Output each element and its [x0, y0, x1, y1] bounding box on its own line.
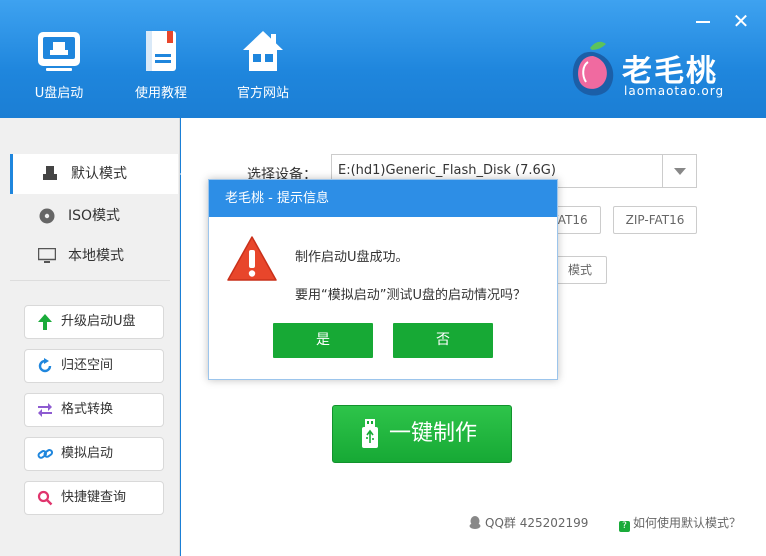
nav-official-site[interactable]: 官方网站	[218, 28, 308, 108]
format-convert-label: 格式转换	[61, 402, 114, 417]
hotkey-query-button[interactable]: 快捷键查询	[24, 481, 164, 515]
monitor-icon	[38, 248, 56, 263]
yes-button[interactable]: 是	[273, 323, 373, 358]
qq-group-text: QQ群 425202199	[485, 516, 589, 530]
usb-drive-icon	[38, 32, 80, 71]
prompt-dialog: 老毛桃 - 提示信息 制作启动U盘成功。 要用“模拟启动”测试U盘的启动情况吗？…	[208, 179, 558, 380]
format-zip-fat16-label: ZIP-FAT16	[625, 213, 685, 227]
mode-iso[interactable]: ISO模式	[10, 196, 178, 236]
warning-icon	[227, 236, 277, 281]
refresh-icon	[38, 358, 52, 373]
nav-tutorial[interactable]: 使用教程	[116, 28, 206, 108]
peach-logo-icon	[572, 41, 614, 96]
dialog-message-success: 制作启动U盘成功。	[295, 250, 409, 265]
qq-group-link[interactable]: QQ群 425202199	[469, 514, 588, 531]
nav-usb-boot[interactable]: U盘启动	[14, 28, 104, 108]
nav-official-site-label: 官方网站	[236, 86, 289, 101]
chevron-down-icon[interactable]	[662, 155, 696, 187]
device-select-value: E:(hd1)Generic_Flash_Disk (7.6G)	[338, 163, 556, 178]
mode-default-label: 默认模式	[71, 166, 127, 182]
usb-stick-icon	[362, 419, 378, 448]
mode-iso-label: ISO模式	[68, 208, 121, 224]
boot-mode-label: 模式	[567, 263, 592, 277]
no-button[interactable]: 否	[393, 323, 493, 358]
mode-default[interactable]: 默认模式	[10, 154, 186, 194]
title-bar: U盘启动 使用教程 官方网站 老毛桃 laomaotao.org ✕	[0, 0, 766, 118]
minimize-button[interactable]	[692, 10, 714, 32]
usb-mode-icon	[43, 166, 57, 180]
simulate-boot-label: 模拟启动	[61, 446, 114, 461]
mode-local-label: 本地模式	[68, 248, 124, 264]
restore-space-button[interactable]: 归还空间	[24, 349, 164, 383]
format-zip-fat16-button[interactable]: ZIP-FAT16	[613, 206, 697, 234]
sidebar-divider	[10, 280, 170, 281]
qq-penguin-icon	[469, 516, 481, 529]
swap-icon	[38, 403, 52, 417]
one-click-make-button[interactable]: 一键制作	[332, 405, 512, 463]
nav-tutorial-label: 使用教程	[134, 86, 187, 101]
help-default-mode-link[interactable]: ? 如何使用默认模式？	[619, 514, 741, 532]
nav-usb-boot-label: U盘启动	[34, 86, 84, 101]
search-icon	[37, 490, 53, 506]
close-button[interactable]: ✕	[730, 10, 752, 32]
upgrade-usb-button[interactable]: 升级启动U盘	[24, 305, 164, 339]
format-convert-button[interactable]: 格式转换	[24, 393, 164, 427]
book-icon	[146, 31, 176, 71]
disc-icon	[39, 208, 55, 224]
arrow-up-icon	[38, 314, 52, 330]
sidebar: 默认模式 ISO模式 本地模式 升级启动U盘 归还空间 格式转换 模拟启动 快捷…	[0, 118, 186, 556]
one-click-make-label: 一键制作	[389, 421, 478, 446]
link-icon	[37, 449, 53, 459]
mode-local[interactable]: 本地模式	[10, 236, 178, 276]
help-default-mode-text: 如何使用默认模式？	[633, 516, 742, 530]
dialog-title: 老毛桃 - 提示信息	[209, 180, 557, 217]
restore-space-label: 归还空间	[61, 358, 114, 373]
simulate-boot-button[interactable]: 模拟启动	[24, 437, 164, 471]
house-icon	[243, 31, 283, 71]
app-logo: 老毛桃 laomaotao.org	[568, 36, 738, 106]
logo-url: laomaotao.org	[624, 84, 725, 98]
dialog-message-question: 要用“模拟启动”测试U盘的启动情况吗？	[295, 288, 526, 303]
hotkey-query-label: 快捷键查询	[61, 490, 127, 505]
upgrade-usb-label: 升级启动U盘	[61, 314, 136, 329]
help-icon: ?	[619, 521, 630, 532]
